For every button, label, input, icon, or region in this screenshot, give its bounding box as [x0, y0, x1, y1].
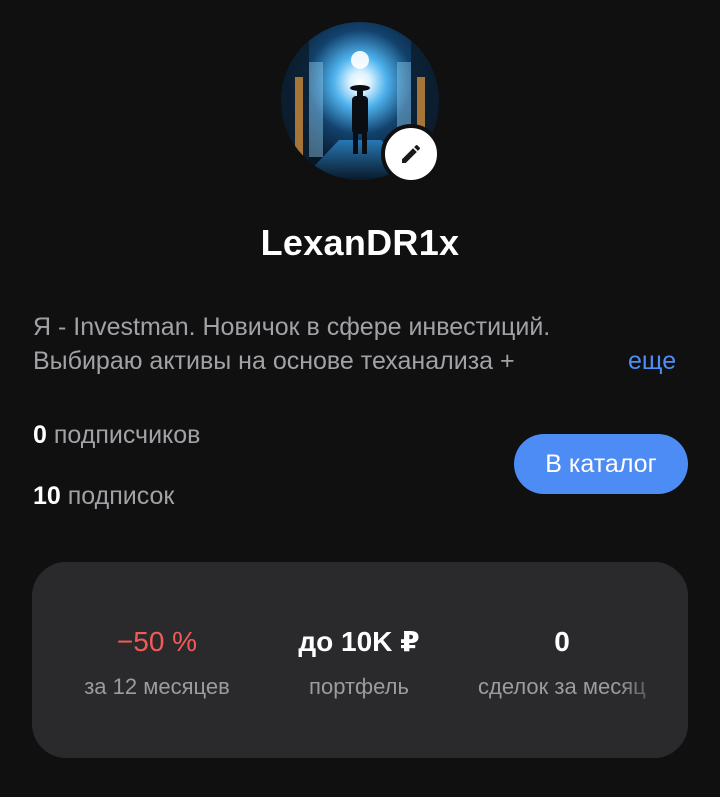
metric-label: за 12 месяцев: [84, 674, 230, 699]
metric-return: −50 % за 12 месяцев: [47, 624, 267, 700]
avatar-container: [281, 22, 441, 184]
subscriptions-count: 10: [33, 482, 61, 510]
profile-page: LexanDR1x Я - Investman. Новичок в сфере…: [0, 0, 720, 797]
catalog-button[interactable]: В каталог: [514, 434, 688, 494]
subscriptions-label: подписок: [67, 482, 175, 510]
metric-value: до 10K ₽: [298, 626, 420, 657]
metric-value: −50 %: [116, 626, 198, 657]
metrics-card: −50 % за 12 месяцев до 10K ₽ портфель 0 …: [32, 562, 688, 758]
subscribers-label: подписчиков: [53, 421, 201, 449]
metric-label: портфель: [309, 674, 409, 699]
metric-portfolio: до 10K ₽ портфель: [249, 624, 469, 700]
subscribers-stat[interactable]: 0 подписчиков: [33, 421, 200, 450]
edit-avatar-button[interactable]: [381, 124, 441, 184]
profile-bio: Я - Investman. Новичок в сфере инвестици…: [33, 310, 623, 380]
subscribers-count: 0: [33, 421, 47, 449]
subscriptions-stat[interactable]: 10 подписок: [33, 482, 174, 511]
pencil-icon: [402, 144, 421, 163]
bio-more-link[interactable]: еще: [628, 344, 676, 378]
bio-line: Я - Investman. Новичок в сфере инвестици…: [33, 313, 551, 341]
bio-fade: [540, 344, 630, 378]
bio-line: Выбираю активы на основе теханализа +: [33, 347, 515, 375]
username: LexanDR1x: [260, 222, 460, 263]
card-fade: [618, 562, 688, 758]
